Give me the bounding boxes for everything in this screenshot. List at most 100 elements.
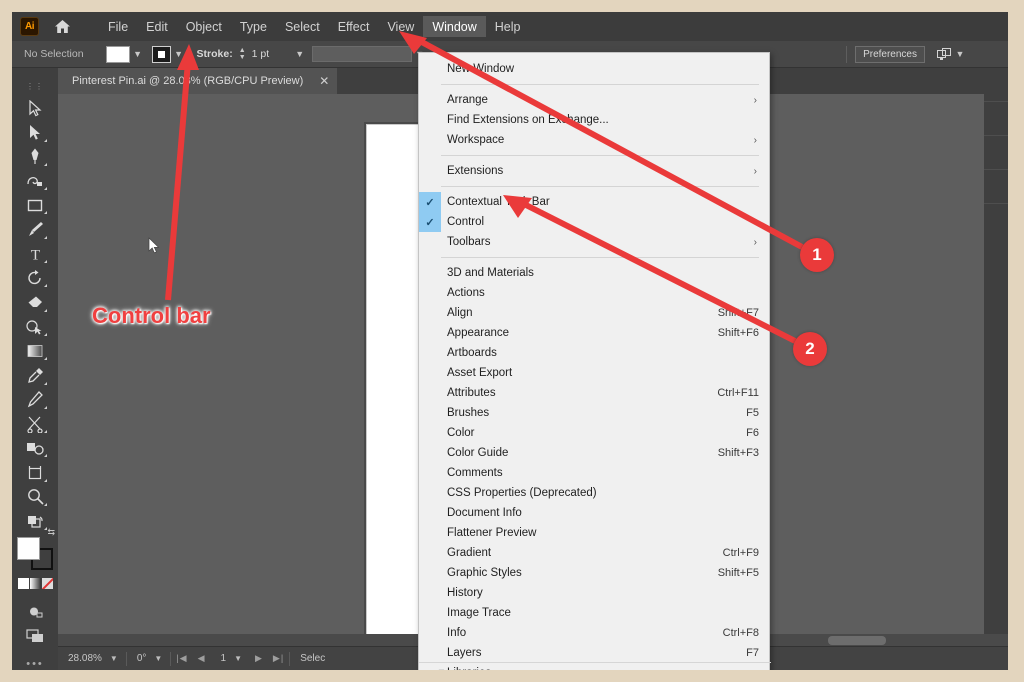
none-button[interactable]	[41, 578, 53, 590]
window-menu-item[interactable]: Gradient Ctrl+F9	[419, 543, 769, 563]
toolbar-grip-handle[interactable]: ⋮⋮	[26, 82, 43, 91]
scroll-down-arrow-icon[interactable]: ▼	[419, 662, 771, 670]
panel-rail-section[interactable]	[984, 102, 1008, 136]
panel-rail-section[interactable]	[984, 170, 1008, 204]
window-menu-item-label: Toolbars	[447, 236, 491, 248]
stroke-profile-dropdown[interactable]	[311, 46, 412, 62]
window-menu-item[interactable]: Asset Export	[419, 363, 769, 383]
artboard-number-value[interactable]: 1	[211, 653, 227, 664]
window-dropdown-menu[interactable]: New Window Arrange › Find Extensions on Exc…	[418, 52, 771, 670]
previous-artboard-icon[interactable]: ◀	[193, 653, 211, 664]
stroke-weight-value[interactable]: 1 pt	[252, 48, 292, 60]
fill-color-swatch[interactable]	[105, 45, 130, 63]
tool-rectangle[interactable]	[21, 193, 49, 217]
window-menu-item[interactable]: Actions	[419, 283, 769, 303]
window-menu-item-shortcut: Ctrl+F9	[722, 547, 759, 559]
tool-pen[interactable]	[21, 145, 49, 169]
screen-mode-icon[interactable]	[21, 624, 49, 648]
home-icon[interactable]	[49, 19, 75, 34]
fill-and-stroke-swatches[interactable]: ⇆	[17, 527, 55, 571]
stroke-dropdown-chevron-down-icon[interactable]: ▼	[171, 46, 187, 63]
menu-bar-item-view[interactable]: View	[378, 16, 423, 37]
menu-bar-item-object[interactable]: Object	[177, 16, 231, 37]
checkmark-icon: ✓	[419, 212, 441, 232]
color-button[interactable]	[17, 578, 29, 590]
menu-bar-item-type[interactable]: Type	[231, 16, 276, 37]
window-menu-item[interactable]: Flattener Preview	[419, 523, 769, 543]
stroke-weight-stepper[interactable]: ▲ ▼	[239, 46, 246, 63]
window-menu-item[interactable]: New Window	[419, 59, 769, 79]
artboard-number-chevron-down-icon[interactable]: ▼	[226, 654, 250, 663]
window-menu-item[interactable]: Align Shift+F7	[419, 303, 769, 323]
menu-bar-item-effect[interactable]: Effect	[329, 16, 379, 37]
menu-bar-item-window[interactable]: Window	[423, 16, 486, 37]
tool-hand[interactable]	[21, 509, 49, 533]
rotation-value[interactable]: 0°	[127, 653, 147, 664]
fill-swatch[interactable]	[17, 537, 40, 561]
zoom-level-chevron-down-icon[interactable]: ▼	[102, 654, 126, 663]
tool-direct-selection[interactable]	[21, 120, 49, 144]
stroke-color-swatch[interactable]	[151, 45, 171, 63]
zoom-level-value[interactable]: 28.08%	[58, 653, 102, 664]
window-menu-item[interactable]: Color Guide Shift+F3	[419, 443, 769, 463]
window-menu-item[interactable]: Extensions ›	[419, 161, 769, 181]
window-menu-item[interactable]: Info Ctrl+F8	[419, 623, 769, 643]
window-menu-item[interactable]: Comments	[419, 463, 769, 483]
window-menu-item[interactable]: Artboards	[419, 343, 769, 363]
tool-curvature[interactable]	[21, 169, 49, 193]
tool-paintbrush[interactable]	[21, 217, 49, 241]
window-menu-item[interactable]: 3D and Materials	[419, 263, 769, 283]
next-artboard-icon[interactable]: ▶	[250, 653, 268, 664]
menu-bar-item-edit[interactable]: Edit	[137, 16, 177, 37]
window-menu-item[interactable]: Find Extensions on Exchange...	[419, 110, 769, 130]
gradient-button[interactable]	[29, 578, 41, 590]
panel-rail-section[interactable]	[984, 136, 1008, 170]
tool-selection[interactable]	[21, 96, 49, 120]
preferences-button[interactable]: Preferences	[855, 45, 925, 63]
tool-artboard[interactable]	[21, 460, 49, 484]
window-menu-item[interactable]: Image Trace	[419, 603, 769, 623]
last-artboard-icon[interactable]: ▶|	[268, 653, 289, 664]
window-menu-item[interactable]: Brushes F5	[419, 403, 769, 423]
window-menu-item[interactable]: Document Info	[419, 503, 769, 523]
tool-eyedropper[interactable]	[21, 363, 49, 387]
window-menu-item[interactable]: Attributes Ctrl+F11	[419, 383, 769, 403]
window-menu-item-label: Find Extensions on Exchange...	[447, 114, 609, 126]
window-menu-item[interactable]: ✓ Control	[419, 212, 769, 232]
menu-bar-item-select[interactable]: Select	[276, 16, 329, 37]
tool-gradient[interactable]	[21, 339, 49, 363]
first-artboard-icon[interactable]: |◀	[171, 653, 192, 664]
tool-blend[interactable]	[21, 436, 49, 460]
window-menu-item[interactable]: Workspace ›	[419, 130, 769, 150]
tool-eraser[interactable]	[21, 290, 49, 314]
window-menu-item[interactable]: Appearance Shift+F6	[419, 323, 769, 343]
arrange-chevron-down-icon[interactable]: ▼	[952, 46, 968, 63]
tool-type[interactable]: T	[21, 242, 49, 266]
window-menu-item[interactable]: CSS Properties (Deprecated)	[419, 483, 769, 503]
more-tools-icon[interactable]: •••	[26, 658, 44, 670]
window-menu-item[interactable]: Color F6	[419, 423, 769, 443]
menu-bar-item-help[interactable]: Help	[486, 16, 530, 37]
window-menu-item[interactable]: ✓ Contextual Task Bar	[419, 192, 769, 212]
tool-zoom[interactable]	[21, 485, 49, 509]
window-menu-item[interactable]: Layers F7	[419, 643, 769, 663]
drawing-mode-icon[interactable]	[21, 599, 49, 623]
stroke-weight-chevron-down-icon[interactable]: ▼	[292, 46, 308, 63]
document-tab[interactable]: Pinterest Pin.ai @ 28.08% (RGB/CPU Previ…	[58, 68, 338, 94]
close-icon[interactable]: ✕	[319, 74, 329, 88]
window-menu-item[interactable]: Graphic Styles Shift+F5	[419, 563, 769, 583]
tool-scissors[interactable]	[21, 412, 49, 436]
tool-shape-builder[interactable]	[21, 315, 49, 339]
fill-dropdown-chevron-down-icon[interactable]: ▼	[130, 46, 146, 63]
panel-rail-section[interactable]	[984, 68, 1008, 102]
arrange-documents-icon[interactable]	[937, 47, 952, 61]
horizontal-scrollbar-thumb[interactable]	[828, 636, 886, 645]
rotation-chevron-down-icon[interactable]: ▼	[146, 654, 170, 663]
swap-fill-stroke-icon[interactable]: ⇆	[47, 527, 55, 538]
window-menu-item[interactable]: Arrange ›	[419, 90, 769, 110]
window-menu-item[interactable]: Toolbars ›	[419, 232, 769, 252]
menu-bar-item-file[interactable]: File	[99, 16, 137, 37]
tool-pencil[interactable]	[21, 388, 49, 412]
tool-rotate[interactable]	[21, 266, 49, 290]
window-menu-item[interactable]: History	[419, 583, 769, 603]
